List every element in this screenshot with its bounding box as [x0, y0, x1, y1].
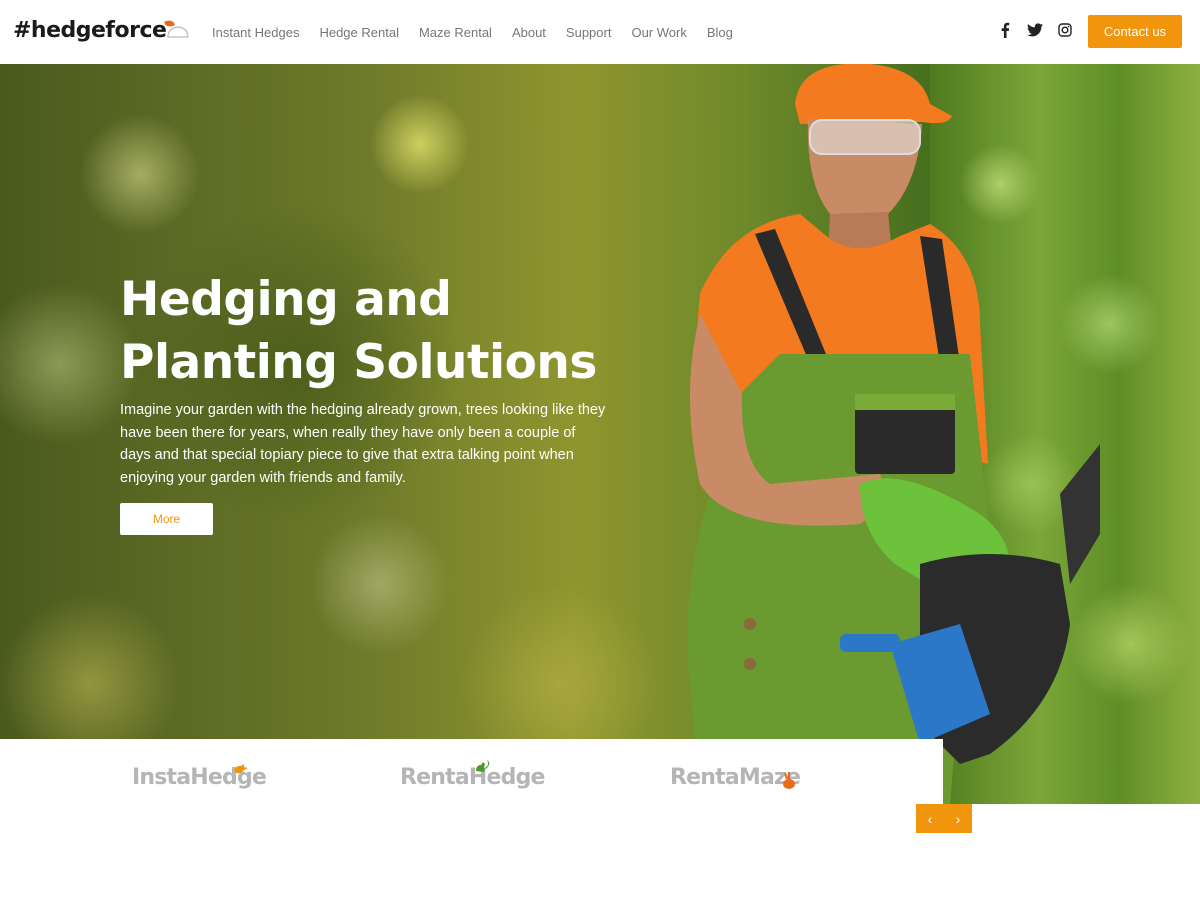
hero-description: Imagine your garden with the hedging alr… — [120, 402, 606, 486]
brand-rentahedge-label: RentaHedge — [400, 765, 545, 790]
brand-rentahedge[interactable]: RentaHedge — [400, 760, 545, 790]
main-nav: Instant Hedges Hedge Rental Maze Rental … — [202, 0, 743, 64]
brand-instahedge[interactable]: InstaHedge — [132, 764, 267, 790]
social-links — [996, 21, 1074, 39]
slider-next-button[interactable]: › — [944, 804, 972, 833]
slider-controls: ‹ › — [916, 804, 972, 833]
brand-strip: InstaHedge RentaHedge RentaMaze — [0, 739, 943, 900]
site-logo[interactable]: #hedgeforce — [13, 18, 176, 43]
site-header: #hedgeforce Instant Hedges Hedge Rental … — [0, 0, 1200, 64]
hero-title-line1: Hedging and — [120, 272, 452, 327]
nav-blog[interactable]: Blog — [697, 25, 743, 40]
gardener-image — [687, 64, 1100, 804]
twitter-icon[interactable] — [1026, 21, 1044, 39]
nav-instant-hedges[interactable]: Instant Hedges — [202, 25, 309, 40]
nav-about[interactable]: About — [502, 25, 556, 40]
nav-support[interactable]: Support — [556, 25, 622, 40]
hero-section: Hedging and Planting Solutions Imagine y… — [0, 64, 1200, 804]
hero-title-line2: Planting Solutions — [120, 335, 597, 390]
rabbit-icon — [783, 772, 795, 789]
home-outline-icon[interactable] — [166, 25, 190, 44]
logo-text: #hedgeforce — [13, 18, 167, 43]
hero-title: Hedging and Planting Solutions — [120, 268, 640, 394]
squirrel-icon — [476, 760, 490, 772]
instagram-icon[interactable] — [1056, 21, 1074, 39]
bird-icon — [234, 764, 248, 774]
brand-rentamaze[interactable]: RentaMaze — [670, 765, 801, 790]
nav-our-work[interactable]: Our Work — [621, 25, 696, 40]
page: #hedgeforce Instant Hedges Hedge Rental … — [0, 0, 1200, 900]
nav-maze-rental[interactable]: Maze Rental — [409, 25, 502, 40]
facebook-icon[interactable] — [996, 21, 1014, 39]
nav-hedge-rental[interactable]: Hedge Rental — [309, 25, 409, 40]
more-button[interactable]: More — [120, 503, 213, 535]
contact-us-button[interactable]: Contact us — [1088, 15, 1182, 48]
slider-prev-button[interactable]: ‹ — [916, 804, 944, 833]
